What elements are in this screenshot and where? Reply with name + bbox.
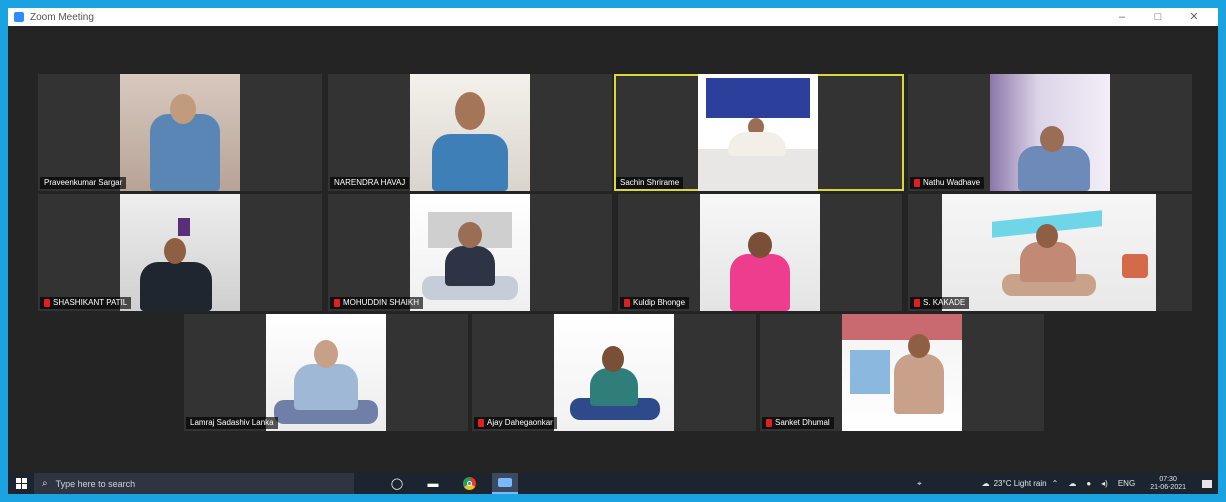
participant-name-tag: Kuldip Bhonge bbox=[620, 297, 690, 309]
notification-center-icon[interactable] bbox=[1196, 473, 1218, 494]
participant-tile[interactable]: S. KAKADE bbox=[908, 194, 1192, 311]
participant-tile[interactable]: Ajay Dahegaonkar bbox=[472, 314, 756, 431]
microphone-icon: ● bbox=[1086, 479, 1092, 488]
participant-tile[interactable]: Lamraj Sadashiv Lanka bbox=[184, 314, 468, 431]
participant-video bbox=[120, 74, 240, 191]
participant-video bbox=[942, 194, 1156, 311]
zoom-app-icon bbox=[14, 12, 24, 22]
participant-tile[interactable]: SHASHIKANT PATIL bbox=[38, 194, 322, 311]
volume-icon[interactable]: ◂) bbox=[1101, 479, 1108, 488]
participant-name-tag: SHASHIKANT PATIL bbox=[40, 297, 132, 309]
participant-tile[interactable]: NARENDRA HAVAJ bbox=[328, 74, 612, 191]
minimize-button[interactable]: – bbox=[1104, 8, 1140, 26]
start-button[interactable] bbox=[8, 473, 34, 494]
participant-tile[interactable]: MOHUDDIN SHAIKH bbox=[328, 194, 612, 311]
chrome-icon[interactable] bbox=[456, 473, 482, 494]
participant-video bbox=[410, 194, 530, 311]
participant-name-tag: Lamraj Sadashiv Lanka bbox=[186, 417, 278, 429]
file-explorer-icon[interactable]: ▬ bbox=[420, 473, 446, 494]
participant-video bbox=[120, 194, 240, 311]
participant-tile-active-speaker[interactable]: Sachin Shrirame bbox=[614, 74, 904, 191]
title-bar: Zoom Meeting – □ ✕ bbox=[8, 8, 1218, 26]
clock-date: 21-06-2021 bbox=[1150, 483, 1186, 491]
search-icon: ⌕ bbox=[42, 478, 48, 489]
task-view-icon[interactable]: ◯ bbox=[384, 473, 410, 494]
maximize-button[interactable]: □ bbox=[1140, 8, 1176, 26]
participant-name-tag: Praveenkumar Sargar bbox=[40, 177, 127, 189]
participant-video bbox=[410, 74, 530, 191]
participant-video bbox=[266, 314, 386, 431]
participant-tile[interactable]: Nathu Wadhave bbox=[908, 74, 1192, 191]
participant-video bbox=[554, 314, 674, 431]
zoom-taskbar-icon[interactable] bbox=[492, 473, 518, 494]
mic-muted-icon bbox=[624, 299, 630, 307]
mic-muted-icon bbox=[766, 419, 772, 427]
participant-video bbox=[698, 74, 818, 191]
participant-video bbox=[842, 314, 962, 431]
weather-cloud-icon: ☁ bbox=[981, 479, 990, 488]
participant-name-tag: MOHUDDIN SHAIKH bbox=[330, 297, 424, 309]
windows-taskbar: ⌕ Type here to search ◯ ▬ ⌖ ☁ 23°C Light… bbox=[8, 473, 1218, 494]
close-button[interactable]: ✕ bbox=[1176, 8, 1212, 26]
mic-muted-icon bbox=[334, 299, 340, 307]
windows-logo-icon bbox=[15, 478, 27, 489]
participant-name-tag: S. KAKADE bbox=[910, 297, 970, 309]
participant-video bbox=[700, 194, 820, 311]
zoom-window: Zoom Meeting – □ ✕ Praveenkumar Sargar N… bbox=[8, 8, 1218, 494]
taskbar-search-box[interactable]: ⌕ Type here to search bbox=[34, 473, 354, 494]
mic-muted-icon bbox=[478, 419, 484, 427]
participant-name-tag: Nathu Wadhave bbox=[910, 177, 985, 189]
participant-tile[interactable]: Praveenkumar Sargar bbox=[38, 74, 322, 191]
mic-muted-icon bbox=[44, 299, 50, 307]
participant-name-tag: Ajay Dahegaonkar bbox=[474, 417, 557, 429]
participant-name-tag: NARENDRA HAVAJ bbox=[330, 177, 410, 189]
people-icon[interactable]: ⌖ bbox=[917, 479, 922, 489]
participant-video bbox=[990, 74, 1110, 191]
clock[interactable]: 07:30 21-06-2021 bbox=[1150, 476, 1186, 492]
weather-status[interactable]: 23°C Light rain bbox=[994, 479, 1047, 488]
tray-overflow-icon[interactable]: ⌃ bbox=[1052, 479, 1059, 488]
mic-muted-icon bbox=[914, 179, 920, 187]
system-tray: ⌖ ☁ 23°C Light rain ⌃ ☁ ● ◂) ENG 07:30 2… bbox=[917, 473, 1218, 494]
language-indicator[interactable]: ENG bbox=[1118, 479, 1135, 488]
window-title: Zoom Meeting bbox=[30, 11, 94, 23]
participant-tile[interactable]: Sanket Dhumal bbox=[760, 314, 1044, 431]
search-placeholder: Type here to search bbox=[55, 478, 136, 489]
participant-name-tag: Sanket Dhumal bbox=[762, 417, 834, 429]
clock-time: 07:30 bbox=[1159, 475, 1177, 483]
participant-tile[interactable]: Kuldip Bhonge bbox=[618, 194, 902, 311]
network-icon[interactable]: ☁ bbox=[1068, 479, 1076, 488]
participant-name-tag: Sachin Shrirame bbox=[616, 177, 684, 189]
mic-muted-icon bbox=[914, 299, 920, 307]
